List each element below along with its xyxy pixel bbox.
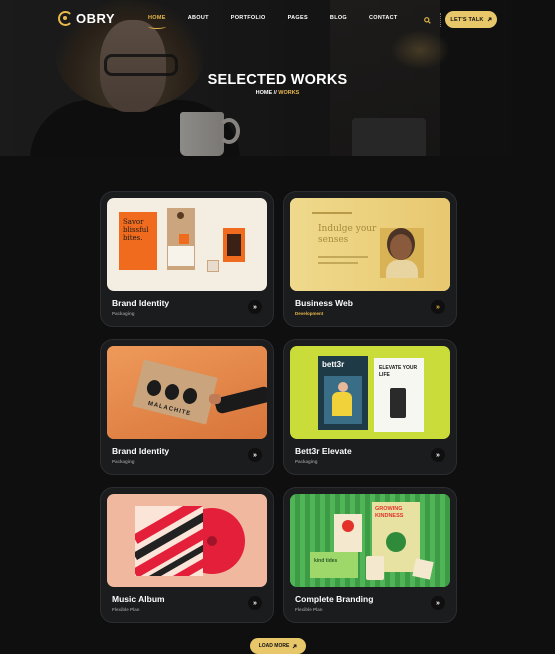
double-chevron-right-icon[interactable]: » — [431, 448, 445, 462]
seal — [177, 212, 184, 219]
load-more-button[interactable]: LOAD MORE — [250, 638, 306, 654]
work-category: Flexible Plan — [295, 607, 323, 612]
double-chevron-right-icon[interactable]: » — [248, 448, 262, 462]
business-card — [207, 260, 219, 272]
work-thumbnail: GROWING KINDNESS kind tides — [290, 494, 450, 587]
work-card[interactable]: bett3r ELEVATE YOUR LIFE Bett3r Elevate … — [283, 339, 457, 475]
work-category: Packaging — [295, 459, 318, 464]
mockup-line — [318, 262, 358, 264]
work-thumbnail: Indulge your senses — [290, 198, 450, 291]
work-card[interactable]: Savor blissful bites. Brand Identity Pac… — [100, 191, 274, 327]
hand — [209, 394, 221, 404]
thumb-text: Indulge your senses — [318, 224, 377, 245]
stamp — [179, 234, 189, 244]
nav-item-about[interactable]: ABOUT — [188, 15, 209, 21]
jar — [366, 556, 384, 580]
athlete-body — [332, 392, 352, 416]
box-kind-tides — [310, 552, 358, 578]
work-category: Packaging — [112, 311, 135, 316]
nav-divider — [440, 13, 441, 27]
load-more-label: LOAD MORE — [258, 643, 290, 649]
nav-item-contact[interactable]: CONTACT — [369, 15, 398, 21]
work-card[interactable]: GROWING KINDNESS kind tides Complete Bra… — [283, 487, 457, 623]
portrait-face — [390, 234, 412, 260]
nav-item-blog[interactable]: BLOG — [330, 15, 347, 21]
work-card[interactable]: Indulge your senses Business Web Develop… — [283, 191, 457, 327]
athlete-head — [338, 382, 348, 392]
work-thumbnail: Savor blissful bites. — [107, 198, 267, 291]
lets-talk-label: LET'S TALK — [450, 16, 484, 23]
work-title[interactable]: Bett3r Elevate — [295, 446, 352, 456]
mockup-nav — [312, 212, 352, 214]
search-button[interactable] — [418, 11, 436, 29]
search-icon — [423, 16, 431, 24]
thumb-text: bett3r — [322, 360, 345, 369]
nav-item-home[interactable]: HOME — [148, 15, 166, 29]
page-title: SELECTED WORKS — [207, 72, 348, 88]
top-navigation: OBRY HOME ABOUT PORTFOLIO PAGES BLOG CON… — [0, 0, 555, 38]
nav-item-pages[interactable]: PAGES — [288, 15, 308, 21]
product-can — [390, 388, 406, 418]
work-thumbnail: MALACHITE — [107, 346, 267, 439]
letter-card — [168, 246, 194, 266]
breadcrumb-separator: // — [273, 90, 277, 96]
work-title[interactable]: Brand Identity — [112, 298, 169, 308]
arrow-up-right-icon — [292, 644, 297, 648]
work-card[interactable]: MALACHITE Brand Identity Packaging » — [100, 339, 274, 475]
work-category: Flexible Plan — [112, 607, 140, 612]
work-title[interactable]: Complete Branding — [295, 594, 373, 604]
breadcrumb: HOME // WORKS — [0, 90, 555, 96]
work-category: Development — [295, 311, 324, 316]
mockup-line — [318, 256, 368, 258]
thumb-text: Savor blissful bites. — [123, 218, 149, 242]
thumb-text-2: kind tides — [314, 558, 338, 564]
double-chevron-right-icon[interactable]: » — [431, 596, 445, 610]
double-chevron-right-icon[interactable]: » — [248, 300, 262, 314]
work-card[interactable]: Music Album Flexible Plan » — [100, 487, 274, 623]
card-dark — [227, 234, 241, 256]
lets-talk-button[interactable]: LET'S TALK — [445, 11, 497, 28]
breadcrumb-home[interactable]: HOME — [256, 90, 273, 96]
album-sleeve — [135, 506, 203, 576]
logo[interactable]: OBRY — [58, 11, 115, 26]
main-menu: HOME ABOUT PORTFOLIO PAGES BLOG CONTACT — [148, 15, 420, 29]
work-thumbnail — [107, 494, 267, 587]
vinyl-label — [207, 536, 217, 546]
book-plant — [386, 532, 406, 552]
work-title[interactable]: Brand Identity — [112, 446, 169, 456]
packet — [412, 558, 434, 580]
work-thumbnail: bett3r ELEVATE YOUR LIFE — [290, 346, 450, 439]
nav-item-portfolio[interactable]: PORTFOLIO — [231, 15, 266, 21]
thumb-text: GROWING KINDNESS — [375, 506, 404, 519]
breadcrumb-current: WORKS — [278, 90, 300, 96]
double-chevron-right-icon[interactable]: » — [431, 300, 445, 314]
work-category: Packaging — [112, 459, 135, 464]
arrow-up-right-icon — [487, 17, 492, 22]
portrait-body — [386, 260, 418, 278]
work-title[interactable]: Business Web — [295, 298, 353, 308]
work-title[interactable]: Music Album — [112, 594, 165, 604]
logo-icon — [58, 11, 73, 26]
logo-text: OBRY — [76, 11, 116, 26]
hero-banner: OBRY HOME ABOUT PORTFOLIO PAGES BLOG CON… — [0, 0, 555, 156]
double-chevron-right-icon[interactable]: » — [248, 596, 262, 610]
thumb-text-2: ELEVATE YOUR LIFE — [379, 365, 418, 378]
poster-flower — [342, 520, 354, 532]
